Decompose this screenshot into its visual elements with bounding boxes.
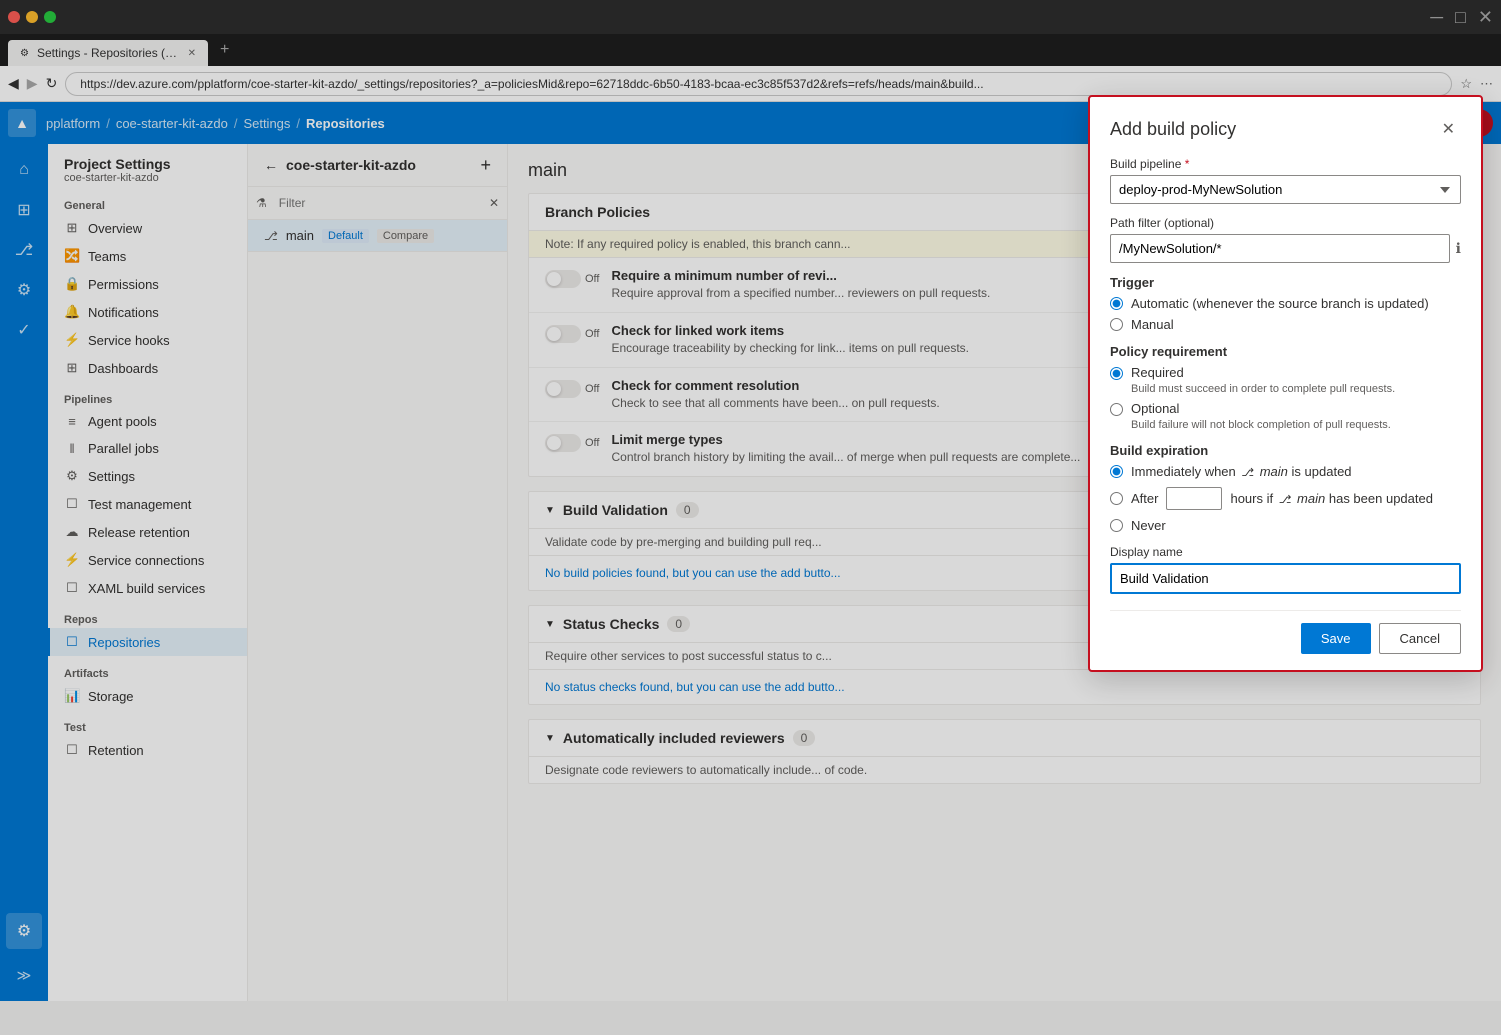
expiration-after-option[interactable]: After hours if ⎇ main has been updated bbox=[1110, 487, 1461, 510]
trigger-manual-option[interactable]: Manual bbox=[1110, 317, 1461, 332]
add-build-policy-dialog: Add build policy ✕ Build pipeline * depl… bbox=[1088, 144, 1483, 672]
expiration-immediately-label: Immediately when ⎇ main is updated bbox=[1131, 464, 1352, 479]
policy-required-label: Required bbox=[1131, 365, 1395, 380]
expiration-never-option[interactable]: Never bbox=[1110, 518, 1461, 533]
expiration-never-radio[interactable] bbox=[1110, 519, 1123, 532]
hours-input[interactable] bbox=[1166, 487, 1222, 510]
save-button[interactable]: Save bbox=[1301, 623, 1371, 654]
trigger-automatic-label: Automatic (whenever the source branch is… bbox=[1131, 296, 1429, 311]
expiration-never-label: Never bbox=[1131, 518, 1166, 533]
expiration-after-suffix: hours if ⎇ main has been updated bbox=[1230, 491, 1433, 506]
path-filter-info-icon[interactable]: ℹ bbox=[1456, 240, 1461, 257]
trigger-manual-label: Manual bbox=[1131, 317, 1174, 332]
trigger-automatic-option[interactable]: Automatic (whenever the source branch is… bbox=[1110, 296, 1461, 311]
policy-optional-desc: Build failure will not block completion … bbox=[1131, 419, 1391, 431]
display-name-label: Display name bbox=[1110, 545, 1461, 559]
policy-required-desc: Build must succeed in order to complete … bbox=[1131, 383, 1395, 395]
policy-optional-label: Optional bbox=[1131, 401, 1391, 416]
build-pipeline-label: Build pipeline * bbox=[1110, 157, 1461, 171]
expiration-immediately-radio[interactable] bbox=[1110, 465, 1123, 478]
build-pipeline-select[interactable]: deploy-prod-MyNewSolution bbox=[1110, 175, 1461, 204]
path-filter-group: Path filter (optional) ℹ bbox=[1110, 216, 1461, 263]
policy-requirement-group: Policy requirement Required Build must s… bbox=[1110, 344, 1461, 431]
expiration-after-label: After bbox=[1131, 491, 1158, 506]
branch-ref-icon: ⎇ bbox=[1241, 467, 1254, 479]
dialog-footer: Save Cancel bbox=[1110, 610, 1461, 654]
policy-requirement-label: Policy requirement bbox=[1110, 344, 1461, 359]
policy-optional-option[interactable]: Optional Build failure will not block co… bbox=[1110, 401, 1461, 431]
build-expiration-group: Build expiration Immediately when ⎇ main… bbox=[1110, 443, 1461, 533]
display-name-group: Display name bbox=[1110, 545, 1461, 594]
policy-optional-radio[interactable] bbox=[1110, 403, 1123, 416]
build-expiration-label: Build expiration bbox=[1110, 443, 1461, 458]
expiration-after-radio[interactable] bbox=[1110, 492, 1123, 505]
expiration-immediately-option[interactable]: Immediately when ⎇ main is updated bbox=[1110, 464, 1461, 479]
policy-required-radio[interactable] bbox=[1110, 367, 1123, 380]
build-pipeline-group: Build pipeline * deploy-prod-MyNewSoluti… bbox=[1110, 157, 1461, 204]
trigger-automatic-radio[interactable] bbox=[1110, 297, 1123, 310]
branch-ref-icon2: ⎇ bbox=[1279, 494, 1292, 506]
policy-required-option[interactable]: Required Build must succeed in order to … bbox=[1110, 365, 1461, 395]
trigger-group: Trigger Automatic (whenever the source b… bbox=[1110, 275, 1461, 332]
display-name-input[interactable] bbox=[1110, 563, 1461, 594]
trigger-label: Trigger bbox=[1110, 275, 1461, 290]
cancel-button[interactable]: Cancel bbox=[1379, 623, 1461, 654]
path-filter-input[interactable] bbox=[1110, 234, 1450, 263]
trigger-manual-radio[interactable] bbox=[1110, 318, 1123, 331]
path-filter-label: Path filter (optional) bbox=[1110, 216, 1461, 230]
